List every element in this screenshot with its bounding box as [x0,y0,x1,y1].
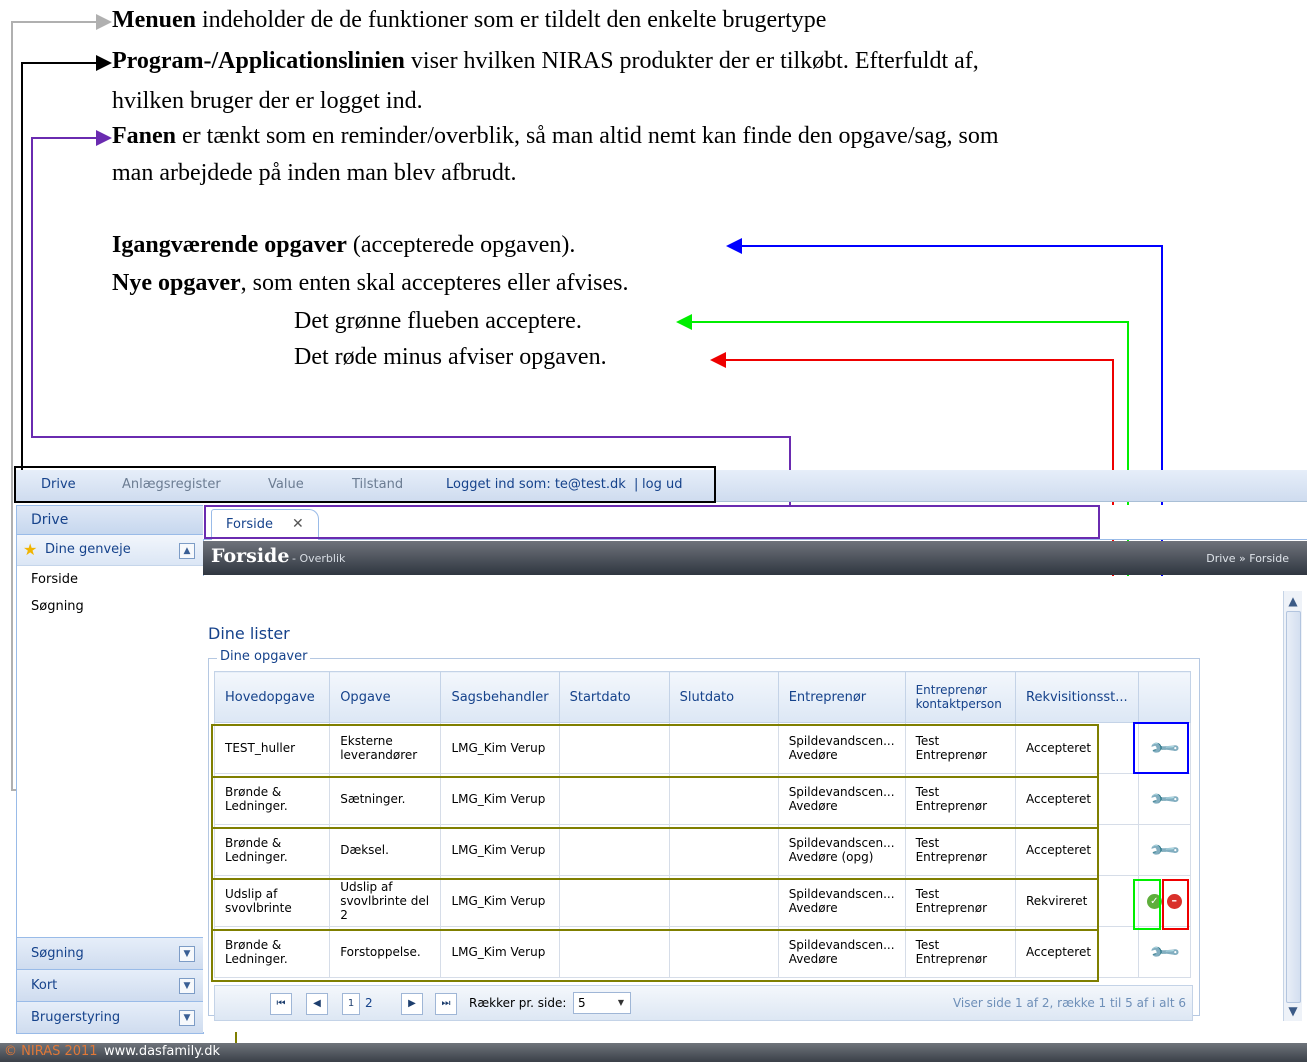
callout-box-rows [211,724,1099,982]
callout-box-program-line [14,466,716,503]
callout-program-line [21,62,96,470]
shortcuts-label: Dine genveje [45,542,131,557]
expand-icon[interactable]: ▼ [179,946,195,962]
column-header[interactable]: Startdato [558,671,670,723]
scrollbar[interactable]: ▲ ▼ [1283,591,1302,1021]
expand-icon[interactable]: ▼ [179,1010,195,1026]
prev-page-icon[interactable]: ◀ [306,993,328,1015]
first-page-icon[interactable]: ⏮ [270,993,292,1015]
lists-title: Dine lister [208,624,290,643]
column-header[interactable]: Entreprenør [777,671,906,723]
shortcuts-header[interactable]: ★ Dine genveje ▲ [17,535,203,566]
row-actions: 🔧 [1137,824,1192,876]
page-title: Forside [211,545,290,567]
rows-per-page-label: Rækker pr. side: [469,996,567,1010]
column-header-actions [1137,671,1192,723]
pager-summary: Viser side 1 af 2, række 1 til 5 af i al… [952,996,1186,1010]
breadcrumb[interactable]: Drive » Forside [1206,552,1289,565]
column-header[interactable]: Rekvisitionsst... [1015,671,1139,723]
footer-url[interactable]: www.dasfamily.dk [104,1044,220,1059]
callout-program-arrowhead [96,55,112,71]
expand-icon[interactable]: ▼ [179,978,195,994]
last-page-icon[interactable]: ⏭ [435,993,457,1015]
callout-active-arrowhead [726,238,742,254]
column-header[interactable]: Slutdato [668,671,779,723]
callout-menu-arrowhead [96,14,112,30]
sidebar: Drive ★ Dine genveje ▲ Forside Søgning S… [16,505,204,1034]
tasks-legend: Dine opgaver [217,649,311,664]
wrench-icon[interactable]: 🔧 [1147,782,1182,817]
page-1-button[interactable]: 1 [342,993,360,1015]
next-page-icon[interactable]: ▶ [401,993,423,1015]
copyright-text: © NIRAS 2011 [4,1044,98,1059]
column-header[interactable]: Sagsbehandler [440,671,560,723]
wrench-icon[interactable]: 🔧 [1147,833,1182,868]
page-2-button[interactable]: 2 [365,996,373,1010]
callout-box-accept [1133,879,1161,930]
wrench-icon[interactable]: 🔧 [1147,935,1182,970]
row-actions: 🔧 [1137,773,1192,825]
page-header: Forside - Overblik Drive » Forside [203,541,1307,575]
callout-box-active [1133,722,1189,774]
column-header[interactable]: Hovedopgave [213,671,331,723]
sidebar-link-forside[interactable]: Forside [17,566,203,593]
rows-per-page-select[interactable]: 5 ▼ [573,992,631,1014]
callout-tab-arrowhead [96,130,112,146]
sidebar-section-soegning[interactable]: Søgning ▼ [17,937,203,969]
collapse-icon[interactable]: ▲ [179,543,195,559]
scrollbar-thumb[interactable] [1286,611,1301,1003]
sidebar-link-soegning[interactable]: Søgning [17,593,203,620]
sidebar-section-brugerstyring[interactable]: Brugerstyring ▼ [17,1001,203,1033]
chevron-down-icon: ▼ [617,998,624,1007]
pager: ⏮ ◀ 1 2 ▶ ⏭ Rækker pr. side: 5 ▼ Viser si… [214,985,1193,1021]
table-header-row: Hovedopgave Opgave Sagsbehandler Startda… [213,671,1192,723]
scroll-up-icon[interactable]: ▲ [1285,593,1301,609]
star-icon: ★ [23,540,38,559]
callout-box-tab [204,505,1100,539]
callout-accept-arrowhead [676,314,692,330]
column-header[interactable]: Entreprenør kontaktperson [904,671,1017,723]
row-actions: 🔧 [1137,926,1192,978]
callout-tab-line [31,137,791,505]
callout-reject-arrowhead [710,352,726,368]
footer: © NIRAS 2011 www.dasfamily.dk [0,1043,1307,1062]
page-subtitle: - Overblik [292,552,346,565]
column-header[interactable]: Opgave [329,671,442,723]
sidebar-section-kort[interactable]: Kort ▼ [17,969,203,1001]
scroll-down-icon[interactable]: ▼ [1285,1003,1301,1019]
sidebar-title: Drive [17,506,203,535]
callout-box-reject [1162,879,1189,930]
